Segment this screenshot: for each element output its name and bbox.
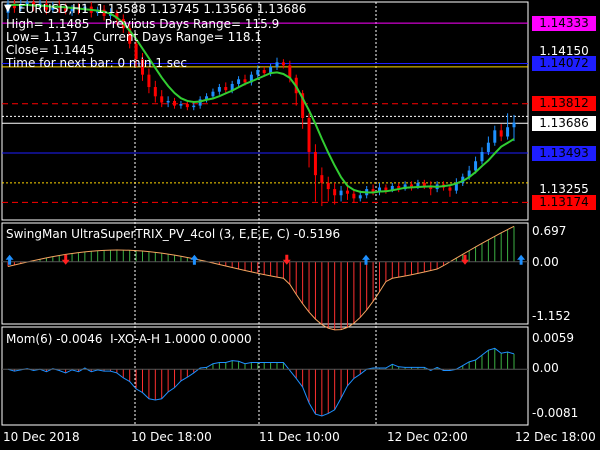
candle-body: [147, 74, 151, 88]
candle-body: [224, 87, 228, 91]
trix-scale-zero: 0.00: [532, 255, 559, 269]
candle-body: [345, 190, 349, 194]
arrow-down-icon: [461, 254, 469, 265]
candle-body: [474, 161, 478, 171]
candle-body: [326, 182, 330, 190]
price-label: 1.13686: [532, 115, 596, 131]
candle-body: [217, 87, 221, 92]
price-label: 1.13174: [532, 194, 596, 210]
candle-body: [339, 190, 343, 196]
time-label-5: 12 Dec 18:00: [515, 430, 596, 444]
candle-body: [352, 193, 356, 199]
time-label-1: 10 Dec 2018: [3, 430, 80, 444]
trix-scale-bottom: -1.152: [532, 309, 571, 323]
momentum-indicator-title: Mom(6) -0.0046 I-XO-A-H 1.0000 0.0000: [6, 332, 252, 346]
candle-body: [185, 104, 189, 108]
candle-body: [166, 100, 170, 103]
candle-body: [173, 100, 177, 106]
candle-body: [256, 70, 260, 75]
candle-body: [486, 142, 490, 152]
arrow-down-icon: [61, 254, 70, 265]
candle-body: [243, 79, 247, 83]
trix-signal-line: [7, 225, 515, 331]
candle-body: [237, 79, 241, 84]
candle-body: [160, 96, 164, 103]
price-label: 1.14072: [532, 56, 596, 72]
candle-body: [288, 65, 292, 78]
momentum-line: [7, 347, 515, 417]
candle-body: [211, 91, 215, 97]
candle-body: [448, 187, 452, 191]
symbol-info: EURUSD,H1 1.13588 1.13745 1.13566 1.1368…: [18, 2, 307, 16]
mom-scale-bottom: -0.0081: [532, 406, 579, 420]
mom-scale-zero: 0.00: [532, 361, 559, 375]
info-timer: Time for next bar: 0 min 1 sec: [6, 56, 188, 70]
arrow-up-icon: [517, 254, 526, 265]
candle-body: [506, 127, 510, 137]
candle-body: [499, 130, 503, 137]
candle-body: [358, 195, 362, 199]
triangle-down-icon: ▼: [4, 3, 12, 14]
candle-body: [307, 117, 311, 152]
candle-body: [480, 151, 484, 162]
candle-body: [262, 70, 266, 74]
candle-body: [179, 104, 183, 106]
arrow-up-icon: [190, 254, 199, 265]
candle-body: [153, 87, 157, 97]
chart-window[interactable]: EURUSD,H1 1.13588 1.13745 1.13566 1.1368…: [0, 0, 600, 450]
trix-indicator-title: SwingMan UltraSuperTRIX_PV_4col (3, E,E,…: [6, 227, 341, 241]
time-label-2: 10 Dec 18:00: [131, 430, 212, 444]
arrow-up-icon: [362, 254, 370, 265]
trix-scale-top: 0.697: [532, 224, 567, 238]
candle-body: [512, 122, 516, 128]
candle-body: [422, 182, 426, 186]
candle-body: [333, 189, 337, 196]
time-label-3: 11 Dec 10:00: [259, 430, 340, 444]
arrow-up-icon: [5, 254, 14, 265]
price-label: 1.13493: [532, 145, 596, 161]
candle-body: [281, 62, 285, 66]
price-label: 1.13812: [532, 96, 596, 112]
time-label-4: 12 Dec 02:00: [387, 430, 468, 444]
candle-body: [192, 105, 196, 108]
candle-body: [493, 130, 497, 143]
candle-body: [320, 175, 324, 183]
price-label: 1.14333: [532, 15, 596, 31]
candle-body: [275, 62, 279, 67]
candle-body: [313, 151, 317, 176]
mom-scale-top: 0.0059: [532, 331, 574, 345]
